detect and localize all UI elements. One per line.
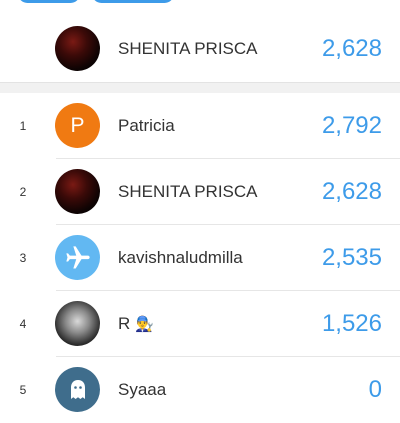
user-score: 0 <box>368 376 382 403</box>
avatar <box>55 26 100 71</box>
user-score: 2,628 <box>321 178 382 205</box>
user-name: kavishnaludmilla <box>118 248 243 267</box>
avatar: P <box>55 103 100 148</box>
rank-number: 4 <box>19 317 27 331</box>
list-item[interactable]: 1 P Patricia 2,792 <box>0 93 400 159</box>
ghost-icon <box>70 379 85 399</box>
user-score: 1,526 <box>321 310 382 337</box>
current-user-name: SHENITA PRISCA <box>118 39 258 58</box>
mechanic-emoji: 👨‍🔧 <box>135 316 154 333</box>
tab-pill-left[interactable] <box>18 0 80 3</box>
user-score: 2,792 <box>321 112 382 139</box>
leaderboard-list: 1 P Patricia 2,792 2 SHENITA PRISCA 2,62… <box>0 93 400 423</box>
user-name: Patricia <box>118 116 175 135</box>
rank-number: 5 <box>19 383 27 397</box>
user-name-wrapper: R 👨‍🔧 <box>118 291 154 357</box>
rank-number: 3 <box>19 251 27 265</box>
list-item[interactable]: 3 kavishnaludmilla 2,535 <box>0 225 400 291</box>
list-item[interactable]: 5 Syaaa 0 <box>0 357 400 423</box>
current-user-row[interactable]: SHENITA PRISCA 2,628 <box>0 16 400 83</box>
avatar <box>55 235 100 280</box>
tab-pill-right[interactable] <box>92 0 174 3</box>
rank-number: 1 <box>19 119 27 133</box>
rank-number: 2 <box>19 185 27 199</box>
current-user-score: 2,628 <box>321 35 382 62</box>
section-divider <box>0 83 400 93</box>
avatar <box>55 301 100 346</box>
list-item[interactable]: 2 SHENITA PRISCA 2,628 <box>0 159 400 225</box>
list-item[interactable]: 4 R 👨‍🔧 1,526 <box>0 291 400 357</box>
avatar-letter: P <box>70 113 85 137</box>
user-name: R <box>118 314 131 333</box>
user-name: SHENITA PRISCA <box>118 182 258 201</box>
user-score: 2,535 <box>321 244 382 271</box>
avatar <box>55 169 100 214</box>
user-name: Syaaa <box>118 380 167 399</box>
avatar <box>55 367 100 412</box>
airplane-icon <box>65 245 90 268</box>
